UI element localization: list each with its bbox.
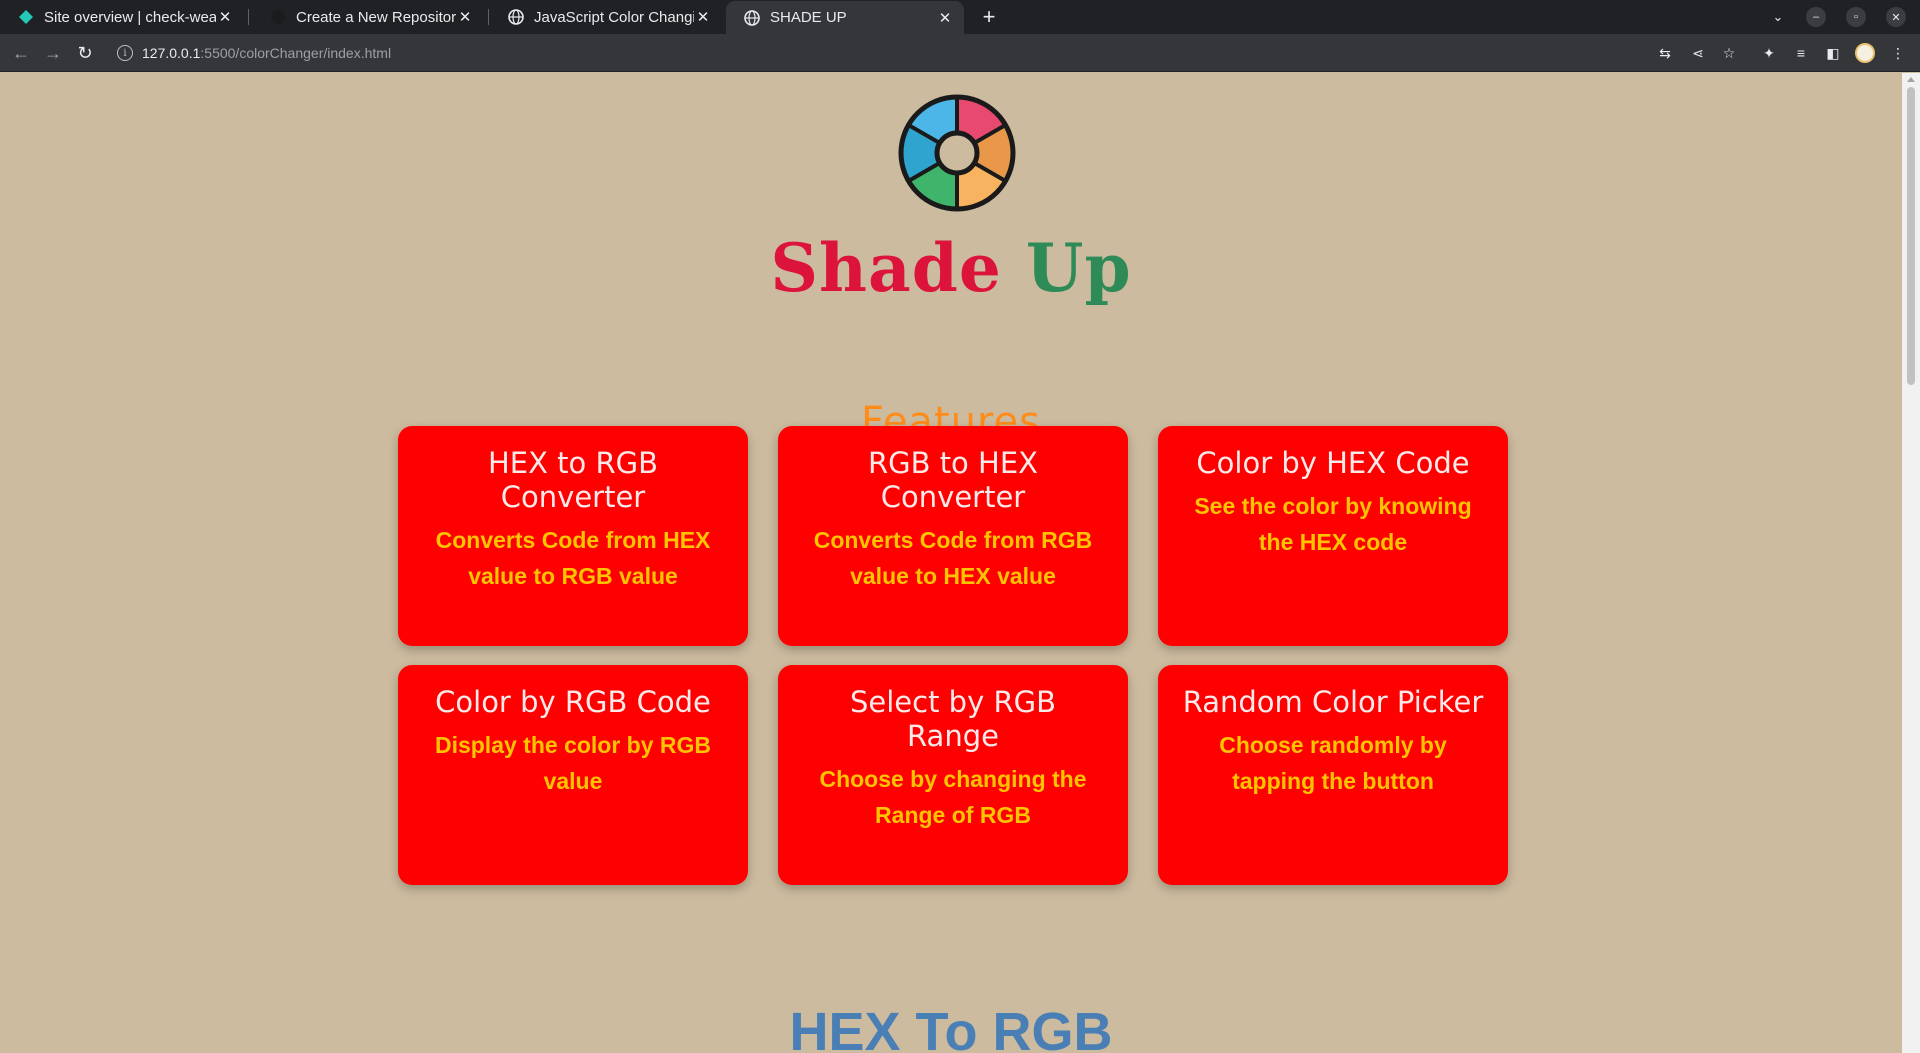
netlify-icon bbox=[18, 9, 34, 25]
scrollbar-thumb[interactable] bbox=[1907, 87, 1915, 385]
new-tab-button[interactable]: + bbox=[976, 4, 1002, 30]
chevron-down-icon[interactable]: ⌄ bbox=[1768, 7, 1788, 27]
browser-toolbar: ← → ↻ i 127.0.0.1:5500/colorChanger/inde… bbox=[0, 34, 1920, 72]
scroll-up-arrow-icon[interactable] bbox=[1907, 77, 1915, 82]
url-text: 127.0.0.1:5500/colorChanger/index.html bbox=[142, 45, 392, 61]
feature-card-title: HEX to RGB Converter bbox=[487, 446, 659, 514]
side-panel-icon[interactable]: ◧ bbox=[1823, 43, 1843, 63]
star-icon[interactable]: ☆ bbox=[1719, 43, 1739, 63]
feature-card-rgb-to-hex[interactable]: RGB to HEX Converter Converts Code from … bbox=[778, 426, 1128, 646]
reading-list-icon[interactable]: ≡ bbox=[1791, 43, 1811, 63]
close-icon[interactable]: ✕ bbox=[456, 8, 474, 26]
vertical-scrollbar[interactable] bbox=[1902, 73, 1920, 1053]
window-close-button[interactable]: ✕ bbox=[1886, 7, 1906, 27]
close-icon[interactable]: ✕ bbox=[216, 8, 234, 26]
feature-card-description: Converts Code from RGB value to HEX valu… bbox=[813, 527, 1093, 589]
translate-icon[interactable]: ⇆ bbox=[1655, 43, 1675, 63]
tab-title: JavaScript Color Changin bbox=[534, 8, 694, 26]
tab-divider bbox=[488, 9, 489, 25]
tab-divider bbox=[248, 9, 249, 25]
tab-create-repository[interactable]: Create a New Repository ✕ bbox=[252, 0, 484, 34]
tab-site-overview[interactable]: Site overview | check-wea ✕ bbox=[0, 0, 244, 34]
tab-javascript-color-changer[interactable]: JavaScript Color Changin ✕ bbox=[490, 0, 722, 34]
tab-title: SHADE UP bbox=[770, 9, 847, 26]
feature-card-color-by-rgb[interactable]: Color by RGB Code Display the color by R… bbox=[398, 665, 748, 885]
color-wheel-logo-icon bbox=[898, 94, 1016, 212]
avatar[interactable] bbox=[1855, 43, 1875, 63]
tab-title: Create a New Repository bbox=[296, 8, 456, 26]
reload-icon[interactable]: ↻ bbox=[73, 41, 97, 65]
feature-card-title: Select by RGB Range bbox=[850, 685, 1056, 753]
globe-icon bbox=[744, 9, 760, 26]
feature-card-description: Converts Code from HEX value to RGB valu… bbox=[435, 527, 711, 589]
feature-card-description: Choose randomly by tapping the button bbox=[1219, 732, 1447, 794]
restore-button[interactable]: ▫ bbox=[1846, 7, 1866, 27]
address-bar[interactable]: i 127.0.0.1:5500/colorChanger/index.html bbox=[110, 38, 1640, 68]
github-icon bbox=[270, 9, 286, 25]
feature-card-hex-to-rgb[interactable]: HEX to RGB Converter Converts Code from … bbox=[398, 426, 748, 646]
menu-icon[interactable]: ⋮ bbox=[1888, 43, 1908, 63]
feature-card-description: Choose by changing the Range of RGB bbox=[819, 766, 1087, 828]
globe-icon bbox=[508, 9, 524, 25]
feature-card-select-by-rgb-range[interactable]: Select by RGB Range Choose by changing t… bbox=[778, 665, 1128, 885]
feature-card-description: Display the color by RGB value bbox=[434, 732, 712, 794]
tab-shade-up[interactable]: SHADE UP ✕ bbox=[726, 1, 964, 34]
feature-card-title: Random Color Picker bbox=[1182, 685, 1484, 719]
tab-strip: Site overview | check-wea ✕ Create a New… bbox=[0, 0, 1920, 34]
feature-card-title: Color by RGB Code bbox=[435, 685, 711, 719]
feature-card-description: See the color by knowing the HEX code bbox=[1194, 493, 1472, 555]
share-icon[interactable]: ⋖ bbox=[1688, 43, 1708, 63]
close-icon[interactable]: ✕ bbox=[694, 8, 712, 26]
minimize-button[interactable]: – bbox=[1806, 7, 1826, 27]
site-title: Shade Up bbox=[770, 229, 1132, 307]
feature-card-title: Color by HEX Code bbox=[1196, 446, 1470, 480]
close-icon[interactable]: ✕ bbox=[936, 9, 954, 27]
extensions-icon[interactable]: ✦ bbox=[1759, 43, 1779, 63]
back-arrow-icon[interactable]: ← bbox=[9, 41, 33, 65]
tab-title: Site overview | check-wea bbox=[44, 8, 216, 26]
forward-arrow-icon[interactable]: → bbox=[41, 41, 65, 65]
page-content: Shade Up Features HEX to RGB Converter C… bbox=[0, 73, 1902, 1053]
feature-card-color-by-hex[interactable]: Color by HEX Code See the color by knowi… bbox=[1158, 426, 1508, 646]
feature-card-random-color-picker[interactable]: Random Color Picker Choose randomly by t… bbox=[1158, 665, 1508, 885]
info-icon[interactable]: i bbox=[117, 45, 133, 61]
feature-card-title: RGB to HEX Converter bbox=[867, 446, 1039, 514]
section-heading: HEX To RGB bbox=[789, 1002, 1113, 1053]
